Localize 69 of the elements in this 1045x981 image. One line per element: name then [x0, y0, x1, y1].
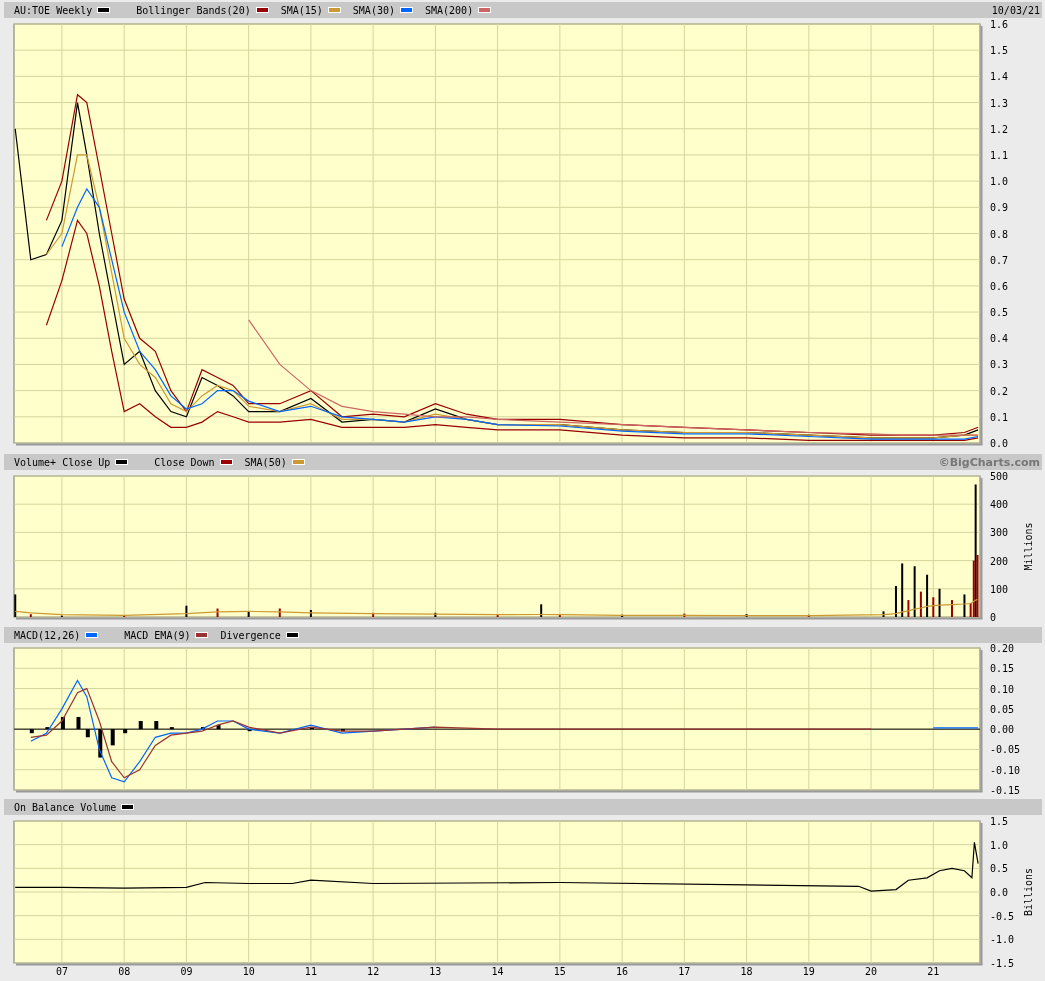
- legend-label: Divergence: [220, 629, 281, 641]
- axis-label: 14: [491, 966, 504, 977]
- axis-label: 11: [304, 966, 317, 977]
- axis-label: 0.0: [990, 438, 1009, 449]
- axis-label: 16: [616, 966, 629, 977]
- axis-label: -0.10: [990, 764, 1021, 776]
- axis-label: 0.20: [990, 643, 1015, 654]
- legend-label: Bollinger Bands(20): [136, 4, 251, 16]
- axis-label: 0.5: [990, 863, 1009, 875]
- axis-label: 19: [802, 966, 815, 977]
- axis-label: 1.6: [990, 19, 1009, 30]
- axis-label: 0.2: [990, 385, 1009, 397]
- axis-label: 13: [429, 966, 442, 977]
- legend-label: SMA(15): [280, 4, 323, 16]
- axis-label: 15: [553, 966, 566, 977]
- axis-label: 10: [242, 966, 255, 977]
- axis-label: 07: [55, 966, 68, 977]
- axis-label: 1.2: [990, 123, 1009, 135]
- axis-label: 0.1: [990, 411, 1009, 423]
- axis-title: Billions: [1023, 867, 1034, 917]
- axis-label: 0.4: [990, 333, 1009, 345]
- axis-label: 1.4: [990, 71, 1009, 83]
- legend-label: SMA(30): [352, 4, 395, 16]
- axis-label: -1.0: [990, 934, 1015, 946]
- axis-label: 0.7: [990, 254, 1009, 266]
- axis-label: 08: [118, 966, 131, 977]
- axis-label: 0.5: [990, 307, 1009, 319]
- axis-label: 300: [990, 527, 1009, 539]
- axis-label: -0.05: [990, 744, 1021, 756]
- axis-label: 0.05: [990, 703, 1015, 715]
- axis-label: 20: [865, 966, 878, 977]
- axis-label: 0.00: [990, 724, 1015, 736]
- legend-label: On Balance Volume: [14, 801, 117, 813]
- axis-label: -0.15: [990, 785, 1021, 796]
- axis-label: 0.9: [990, 202, 1009, 214]
- axis-label: 21: [927, 966, 940, 977]
- credit-text: ©BigCharts.com: [938, 455, 1041, 469]
- axis-label: 100: [990, 583, 1009, 595]
- axis-label: 17: [678, 966, 691, 977]
- axis-label: 200: [990, 555, 1009, 567]
- legend-label: MACD EMA(9): [124, 629, 191, 641]
- axis-title: Millions: [1023, 522, 1034, 571]
- axis-label: 1.5: [990, 816, 1009, 827]
- axis-label: 1.3: [990, 97, 1009, 109]
- axis-label: 0.6: [990, 280, 1009, 292]
- axis-label: 1.1: [990, 149, 1009, 161]
- legend-label: SMA(200): [425, 4, 474, 16]
- axis-label: 18: [740, 966, 753, 977]
- axis-label: 09: [180, 966, 193, 977]
- axis-label: 1.0: [990, 839, 1009, 851]
- chart-date: 10/03/21: [991, 4, 1041, 16]
- axis-label: 0.3: [990, 359, 1009, 371]
- axis-label: 0.10: [990, 683, 1015, 695]
- axis-label: 500: [990, 471, 1009, 482]
- legend-label: AU:TOE Weekly: [14, 4, 93, 16]
- axis-label: 1.5: [990, 45, 1009, 57]
- axis-label: 1.0: [990, 176, 1009, 188]
- legend-label: SMA(50): [244, 456, 287, 468]
- legend-label: MACD(12,26): [14, 629, 81, 641]
- axis-label: 0.15: [990, 663, 1015, 675]
- axis-label: 0.8: [990, 228, 1009, 240]
- axis-label: 12: [367, 966, 380, 977]
- axis-label: 400: [990, 499, 1009, 511]
- axis-label: 0.0: [990, 887, 1009, 898]
- axis-label: 0: [990, 612, 997, 623]
- axis-label: -0.5: [990, 910, 1015, 922]
- legend-label: Volume+ Close Up: [14, 456, 111, 468]
- axis-label: -1.5: [990, 958, 1015, 969]
- legend-label: Close Down: [154, 456, 215, 468]
